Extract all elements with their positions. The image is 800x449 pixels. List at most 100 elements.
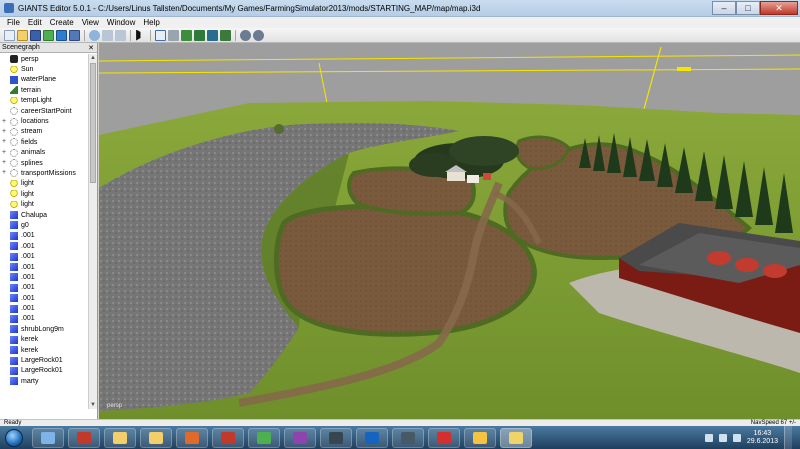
start-button[interactable]: [0, 426, 28, 449]
select-mode-icon[interactable]: [155, 29, 166, 41]
scenegraph-node[interactable]: kerek: [0, 335, 88, 345]
package-icon: [473, 431, 487, 444]
network-icon[interactable]: [718, 433, 727, 442]
scenegraph-close-icon[interactable]: ✕: [87, 44, 95, 52]
scenegraph-node[interactable]: g0: [0, 220, 88, 230]
menu-window[interactable]: Window: [103, 17, 139, 28]
taskbar-app-windows-explorer[interactable]: [32, 427, 64, 448]
scenegraph-node[interactable]: .001: [0, 293, 88, 303]
save-icon[interactable]: [30, 29, 41, 41]
volume-icon[interactable]: [732, 433, 741, 442]
taskbar-app-giants-editor[interactable]: [500, 427, 532, 448]
foliage-paint-icon[interactable]: [194, 29, 205, 41]
expand-icon[interactable]: +: [0, 159, 8, 167]
scenegraph-node[interactable]: marty: [0, 376, 88, 386]
scenegraph-node[interactable]: + splines: [0, 158, 88, 168]
scenegraph-node[interactable]: + locations: [0, 116, 88, 126]
scenegraph-node[interactable]: + transportMissions: [0, 168, 88, 178]
taskbar-app-image-viewer[interactable]: [248, 427, 280, 448]
import-icon[interactable]: [43, 29, 54, 41]
gizmo-rotate-icon[interactable]: [253, 29, 264, 41]
expand-icon[interactable]: +: [0, 118, 8, 126]
scroll-down-icon[interactable]: ▼: [89, 401, 97, 409]
scenegraph-node[interactable]: .001: [0, 231, 88, 241]
expand-icon[interactable]: +: [0, 128, 8, 136]
scenegraph-node[interactable]: LargeRock01: [0, 355, 88, 365]
taskbar-app-network[interactable]: [356, 427, 388, 448]
scenegraph-node[interactable]: persp: [0, 54, 88, 64]
scenegraph-node[interactable]: .001: [0, 241, 88, 251]
light-icon: [10, 179, 18, 188]
terrain-info-icon[interactable]: [220, 29, 231, 41]
redo-icon[interactable]: [115, 29, 126, 41]
minimize-button[interactable]: –: [712, 1, 736, 15]
lone-tree: [274, 124, 284, 134]
show-desktop-button[interactable]: [784, 426, 792, 449]
menu-help[interactable]: Help: [139, 17, 163, 28]
taskbar-app-game[interactable]: [392, 427, 424, 448]
play-icon[interactable]: [136, 29, 146, 41]
open-folder-icon[interactable]: [17, 29, 28, 41]
scenegraph-node[interactable]: .001: [0, 272, 88, 282]
scenegraph-node[interactable]: .001: [0, 262, 88, 272]
menu-create[interactable]: Create: [46, 17, 78, 28]
clock[interactable]: 16:43 29.6.2013: [747, 430, 778, 446]
scenegraph-node[interactable]: light: [0, 179, 88, 189]
scenegraph-node[interactable]: kerek: [0, 345, 88, 355]
scrollbar-thumb[interactable]: [90, 63, 96, 183]
new-file-icon[interactable]: [4, 29, 15, 41]
scenegraph-node[interactable]: + fields: [0, 137, 88, 147]
terrain-smooth-icon[interactable]: [207, 29, 218, 41]
scenegraph-node[interactable]: + stream: [0, 127, 88, 137]
menu-file[interactable]: File: [3, 17, 24, 28]
taskbar-app-file-manager[interactable]: [140, 427, 172, 448]
3d-viewport[interactable]: persp: [99, 43, 800, 419]
menu-view[interactable]: View: [78, 17, 103, 28]
taskbar-app-media-player[interactable]: [68, 427, 100, 448]
expand-icon[interactable]: +: [0, 169, 8, 177]
tray-arrow-icon[interactable]: [704, 433, 713, 442]
scenegraph-node[interactable]: light: [0, 189, 88, 199]
menu-edit[interactable]: Edit: [24, 17, 46, 28]
scenegraph-node[interactable]: Chalupa: [0, 210, 88, 220]
scenegraph-node[interactable]: Sun: [0, 64, 88, 74]
gizmo-move-icon[interactable]: [240, 29, 251, 41]
close-button[interactable]: ✕: [760, 1, 798, 15]
scenegraph-node[interactable]: tempLight: [0, 96, 88, 106]
taskbar-app-terminal[interactable]: [320, 427, 352, 448]
scenegraph-node[interactable]: LargeRock01: [0, 366, 88, 376]
undo-icon[interactable]: [102, 29, 113, 41]
scenegraph-node[interactable]: + animals: [0, 148, 88, 158]
taskbar-app-tool[interactable]: [212, 427, 244, 448]
paint-icon: [185, 431, 199, 444]
taskbar-app-package[interactable]: [464, 427, 496, 448]
terrain-paint-icon[interactable]: [181, 29, 192, 41]
scenegraph-node[interactable]: .001: [0, 283, 88, 293]
scenegraph-node[interactable]: light: [0, 199, 88, 209]
taskbar-app-folder[interactable]: [104, 427, 136, 448]
scenegraph-node[interactable]: waterPlane: [0, 75, 88, 85]
scenegraph-node[interactable]: shrubLong9m: [0, 324, 88, 334]
scenegraph-node[interactable]: .001: [0, 314, 88, 324]
refresh-icon[interactable]: [89, 29, 100, 41]
scenegraph-scrollbar[interactable]: ▲ ▼: [88, 54, 97, 409]
taskbar-app-paint[interactable]: [176, 427, 208, 448]
expand-icon[interactable]: +: [0, 149, 8, 157]
export-icon[interactable]: [56, 29, 67, 41]
scroll-up-icon[interactable]: ▲: [89, 54, 97, 62]
save-as-icon[interactable]: [69, 29, 80, 41]
taskbar-app-opera[interactable]: [428, 427, 460, 448]
cube-icon: [10, 377, 18, 386]
scenegraph-node[interactable]: careerStartPoint: [0, 106, 88, 116]
scenegraph-node[interactable]: .001: [0, 251, 88, 261]
scenegraph-node[interactable]: .001: [0, 303, 88, 313]
taskbar-app-media[interactable]: [284, 427, 316, 448]
expand-icon[interactable]: +: [0, 138, 8, 146]
scenegraph-node[interactable]: terrain: [0, 85, 88, 95]
terrain-sculpt-icon[interactable]: [168, 29, 179, 41]
scenegraph-node-label: .001: [21, 253, 35, 261]
maximize-button[interactable]: □: [736, 1, 760, 15]
